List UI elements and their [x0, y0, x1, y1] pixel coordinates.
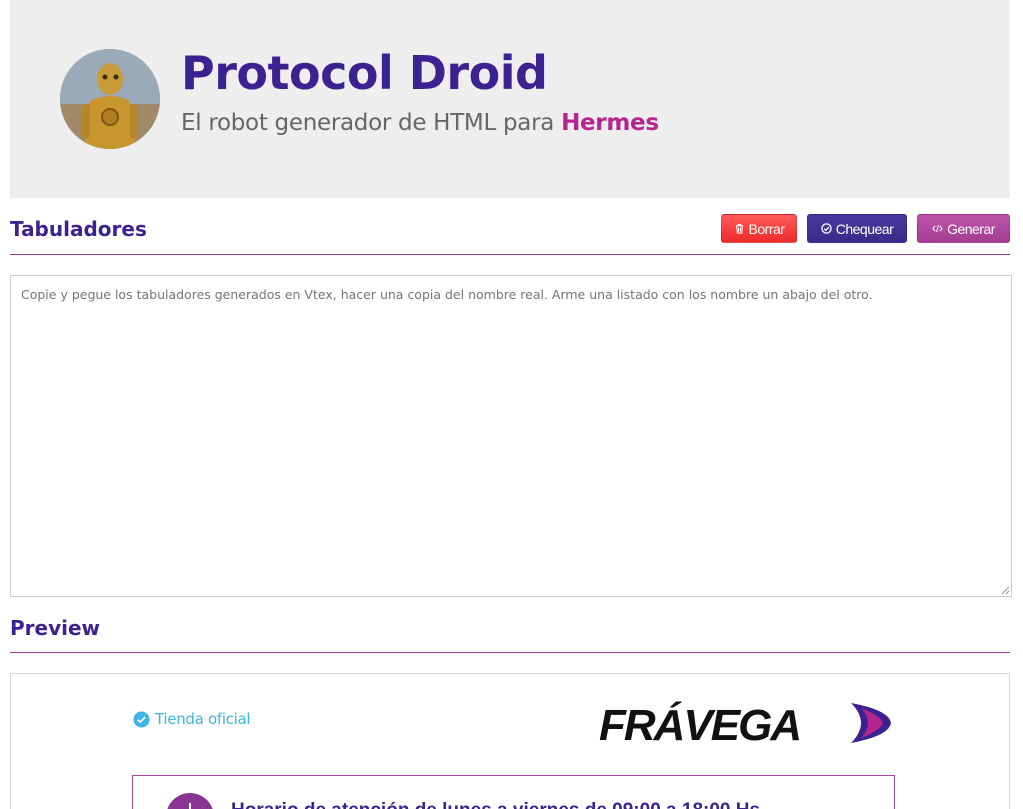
page-header: Protocol Droid El robot generador de HTM… — [10, 0, 1010, 198]
generar-button[interactable]: Generar — [917, 214, 1010, 243]
logo-text: FRÁVEGA — [599, 700, 800, 748]
subtitle-text: El robot generador de HTML para — [181, 110, 562, 136]
borrar-button[interactable]: Borrar — [721, 214, 797, 243]
preview-header: Preview — [10, 613, 1010, 653]
clock-icon — [166, 793, 214, 809]
verified-icon — [133, 711, 150, 727]
chequear-label: Chequear — [835, 220, 894, 237]
fravega-logo: FRÁVEGA — [599, 698, 899, 753]
borrar-label: Borrar — [748, 220, 785, 237]
tabuladores-heading: Tabuladores — [10, 217, 147, 241]
check-circle-icon — [821, 223, 832, 234]
page-title: Protocol Droid — [181, 46, 548, 100]
trash-icon — [735, 224, 743, 234]
preview-panel: Tienda oficial FRÁVEGA Horario de atenci… — [10, 673, 1010, 809]
subtitle-brand: Hermes — [561, 110, 659, 136]
tabuladores-textarea[interactable] — [10, 275, 1012, 597]
page-subtitle: El robot generador de HTML para Hermes — [181, 110, 659, 136]
info-text: Horario de atención de lunes a viernes d… — [231, 800, 760, 809]
info-bar: Horario de atención de lunes a viernes d… — [132, 775, 895, 809]
resize-handle-icon[interactable] — [999, 584, 1010, 595]
preview-heading: Preview — [10, 616, 101, 640]
official-store-badge: Tienda oficial — [133, 710, 251, 728]
official-store-label: Tienda oficial — [155, 710, 251, 728]
generar-label: Generar — [947, 220, 995, 237]
code-icon — [932, 224, 943, 233]
avatar — [60, 49, 160, 149]
chequear-button[interactable]: Chequear — [807, 214, 907, 243]
